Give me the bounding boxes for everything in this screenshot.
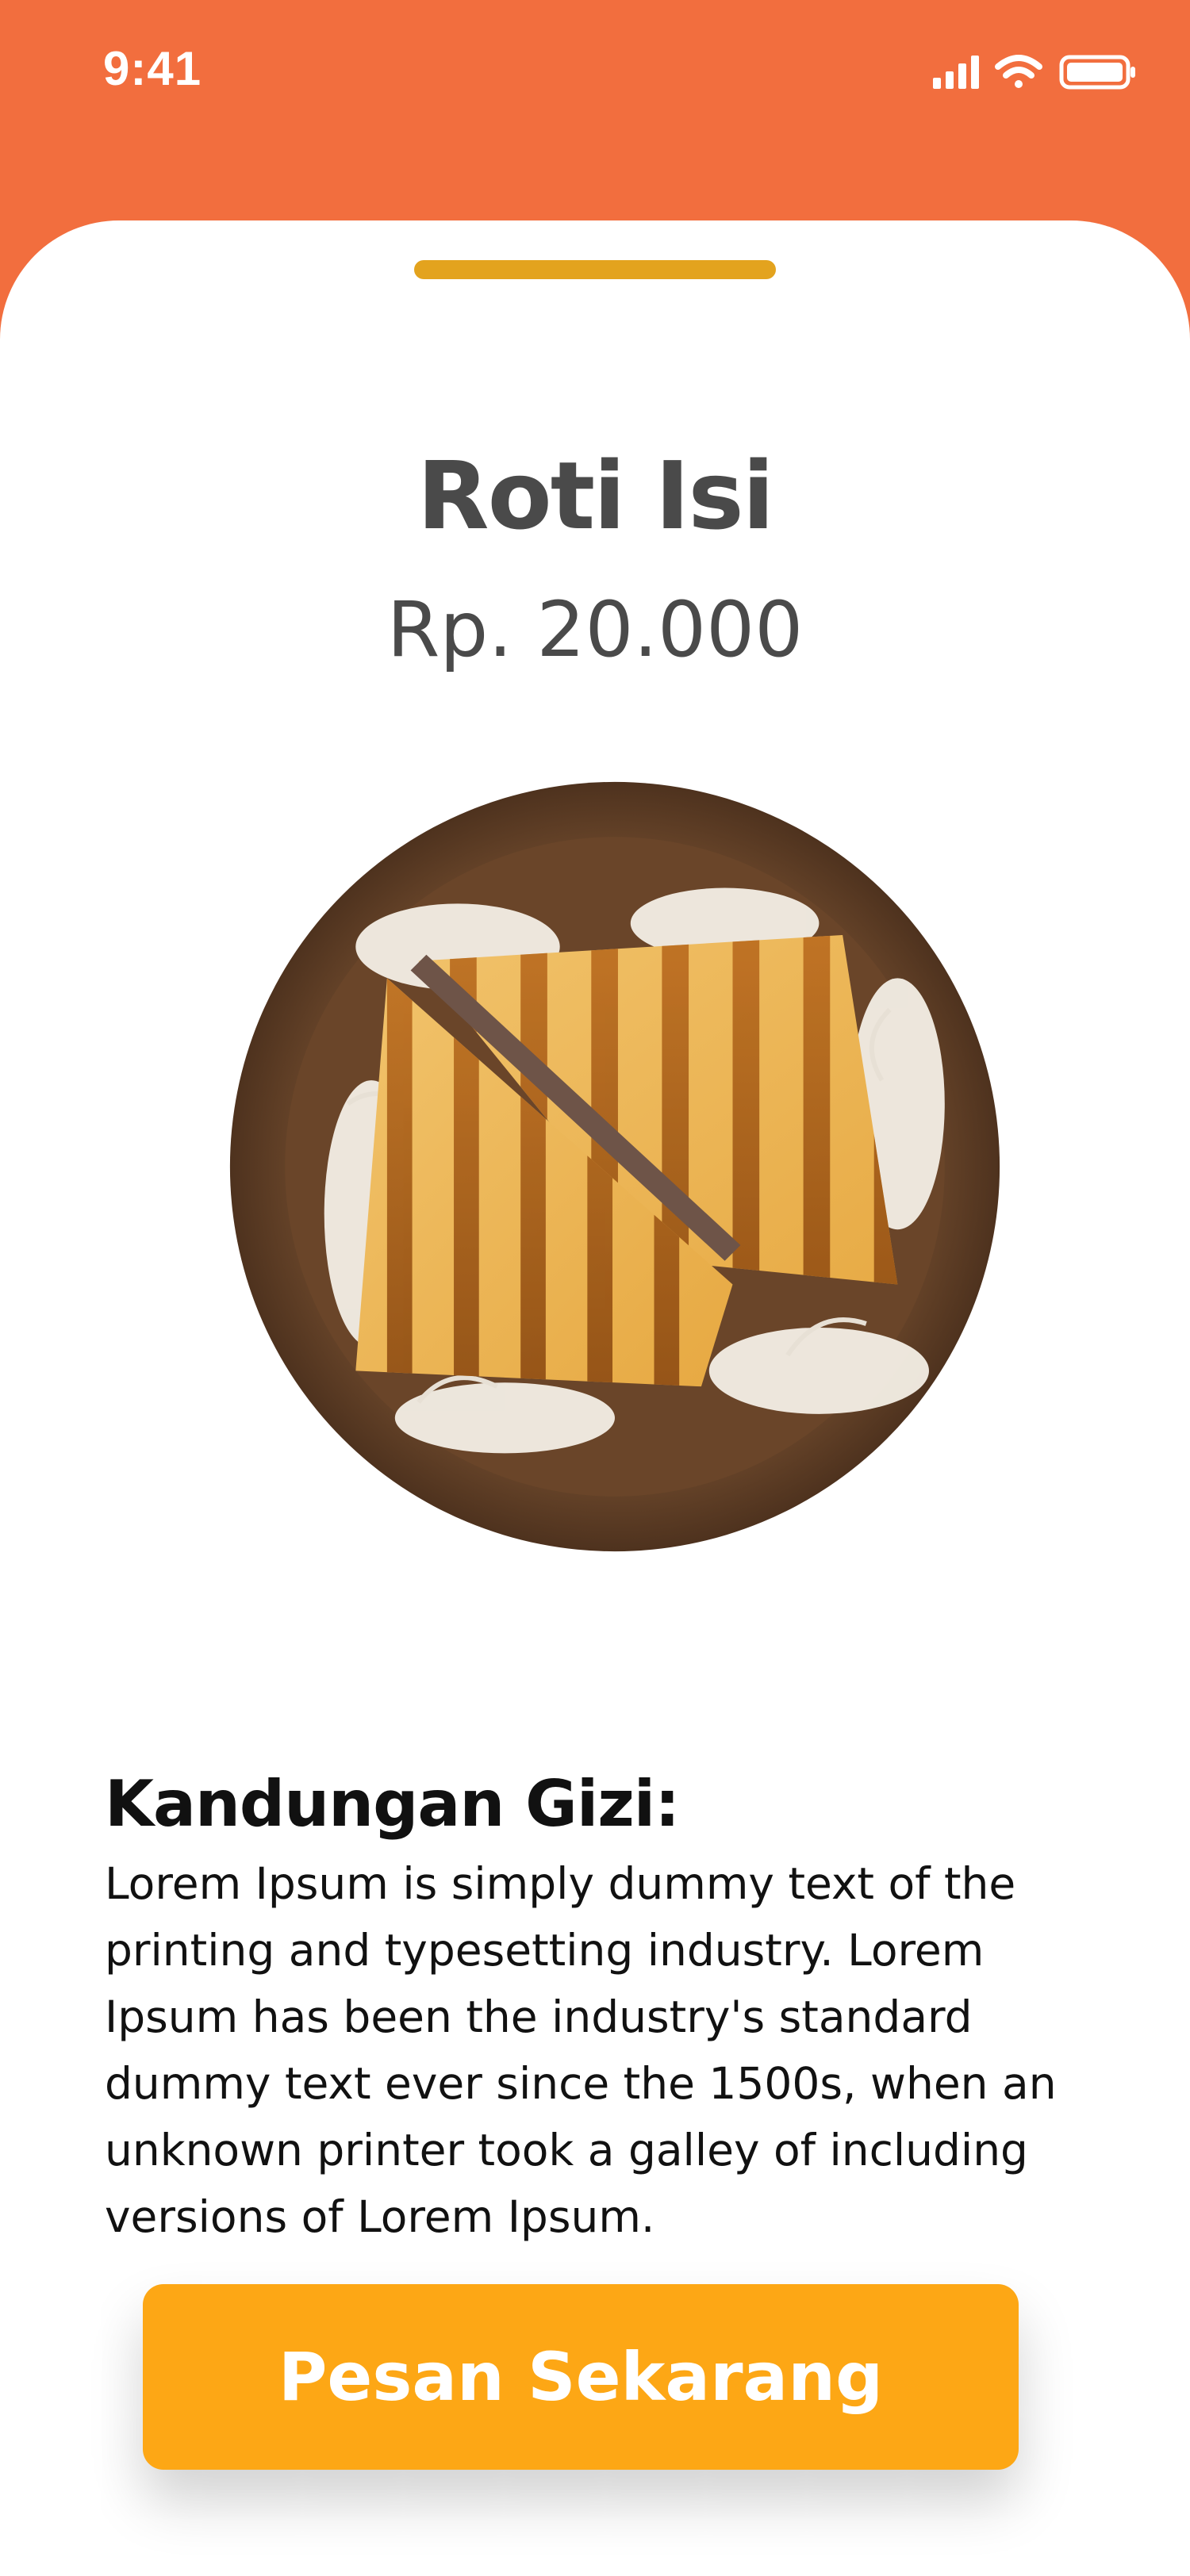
sheet-grabber[interactable] [414,260,776,279]
battery-icon [1059,55,1135,90]
product-price: Rp. 20.000 [386,585,804,674]
signal-icon [933,56,979,89]
status-time: 9:41 [103,42,202,95]
wifi-icon [995,55,1042,88]
product-image [229,781,1000,1552]
product-sheet: Roti Isi Rp. 20.000 Kandungan Gizi: Lore… [0,220,1190,2576]
order-now-button[interactable]: Pesan Sekarang [143,2284,1019,2470]
nutrition-heading: Kandungan Gizi: [105,1767,680,1842]
nutrition-description: Lorem Ipsum is simply dummy text of the … [105,1858,1057,2242]
order-now-label: Pesan Sekarang [278,2338,884,2416]
status-icons [933,55,1135,90]
product-title: Roti Isi [416,441,774,550]
status-bar: 9:41 [0,0,1190,151]
